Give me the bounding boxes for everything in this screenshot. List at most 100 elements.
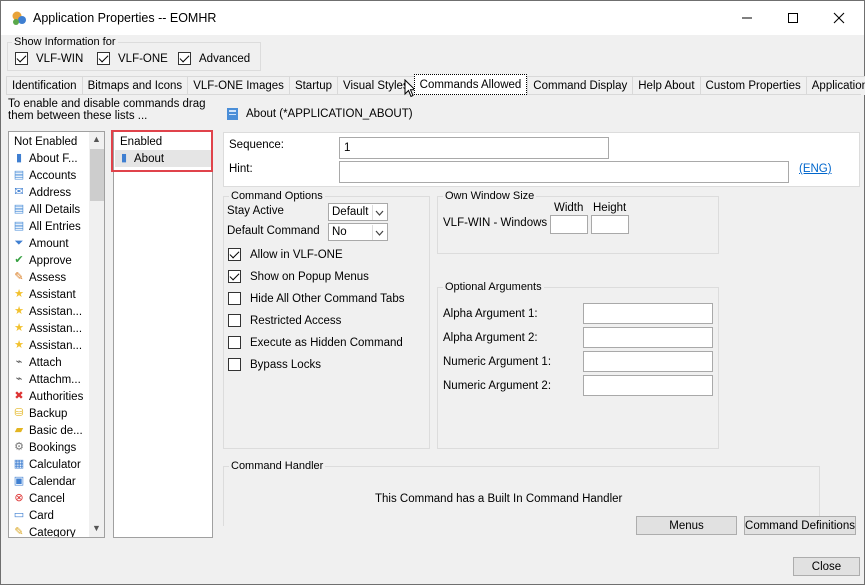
list-item[interactable]: ★ Assistan...	[10, 320, 82, 337]
list-item-label: Attach	[29, 356, 62, 369]
star-icon: ★	[14, 339, 24, 351]
list-item[interactable]: ▤ All Details	[10, 201, 80, 218]
show-vlf-win-checkbox[interactable]: VLF-WIN	[15, 52, 83, 65]
list-item[interactable]: ▤ All Entries	[10, 218, 81, 235]
list-item-label: Bookings	[29, 441, 77, 454]
paperclip-icon: ⌁	[15, 356, 23, 368]
list-item[interactable]: ▰ Basic de...	[10, 422, 83, 439]
list-item[interactable]: ⌁ Attach	[10, 354, 62, 371]
list-item[interactable]: ▭ Card	[10, 507, 54, 524]
checkbox-box[interactable]	[97, 52, 110, 65]
not-enabled-list[interactable]: Not Enabled ▮ About F... ▤ Accounts ✉ Address…	[8, 131, 105, 538]
tab-command-display[interactable]: Command Display	[527, 76, 633, 95]
tab-vlf-one-images[interactable]: VLF-ONE Images	[187, 76, 289, 95]
argument-input[interactable]	[583, 327, 713, 348]
checkbox-box[interactable]	[178, 52, 191, 65]
default-command-select[interactable]: No	[328, 223, 388, 241]
scroll-up-icon[interactable]: ▲	[92, 134, 101, 144]
instructions-line-2: them between these lists ...	[8, 110, 148, 122]
tab-commands-allowed[interactable]: Commands Allowed	[413, 74, 528, 95]
show-vlf-one-checkbox[interactable]: VLF-ONE	[97, 52, 168, 65]
list-item[interactable]: ⏷ Amount	[10, 235, 69, 252]
checkbox-box[interactable]	[228, 248, 241, 261]
sequence-input[interactable]: 1	[339, 137, 609, 159]
list-item-label: Address	[29, 186, 72, 199]
list-item-label: Basic de...	[29, 424, 83, 437]
tab-bitmaps-and-icons[interactable]: Bitmaps and Icons	[81, 76, 188, 95]
checkbox-box[interactable]	[228, 336, 241, 349]
show-advanced-checkbox[interactable]: Advanced	[178, 52, 250, 65]
list-item[interactable]: ▤ Accounts	[10, 167, 77, 184]
list-item[interactable]: ✎ Assess	[10, 269, 66, 286]
close-button[interactable]: Close	[793, 557, 860, 576]
not-enabled-scrollbar[interactable]: ▲ ▼	[89, 132, 104, 537]
tab-application-views[interactable]: Application Views	[805, 76, 865, 95]
checkbox-box[interactable]	[15, 52, 28, 65]
minimize-button[interactable]	[724, 1, 770, 35]
checkmark-icon: ✔	[14, 254, 24, 266]
title-bar[interactable]: Application Properties -- EOMHR	[1, 1, 864, 35]
checkbox-box[interactable]	[228, 292, 241, 305]
allow-in-vlf-one-checkbox[interactable]: Allow in VLF-ONE	[228, 248, 343, 261]
list-item[interactable]: ▮ About F...	[10, 150, 78, 167]
list-item-label: Assess	[29, 271, 67, 284]
list-item-label: Assistan...	[29, 339, 83, 352]
language-link[interactable]: (ENG)	[799, 163, 832, 175]
checkbox-box[interactable]	[228, 314, 241, 327]
list-item[interactable]: ★ Assistan...	[10, 303, 82, 320]
restricted-access-checkbox[interactable]: Restricted Access	[228, 314, 341, 327]
list-item[interactable]: ⛁ Backup	[10, 405, 67, 422]
scroll-thumb[interactable]	[90, 149, 104, 201]
tab-visual-styles[interactable]: Visual Styles	[337, 76, 414, 95]
calculator-icon: ▦	[13, 458, 25, 470]
close-window-button[interactable]	[816, 1, 862, 35]
list-item[interactable]: ⚙ Bookings	[10, 439, 76, 456]
list-item[interactable]: ▣ Calendar	[10, 473, 76, 490]
checkbox-label: Hide All Other Command Tabs	[250, 292, 405, 305]
window-title: Application Properties -- EOMHR	[33, 11, 217, 25]
checkbox-label: Execute as Hidden Command	[250, 336, 403, 349]
hide-all-other-command-tabs-checkbox[interactable]: Hide All Other Command Tabs	[228, 292, 404, 305]
chevron-down-icon	[372, 205, 386, 220]
checkbox-label: Bypass Locks	[250, 358, 321, 371]
show-on-popup-menus-checkbox[interactable]: Show on Popup Menus	[228, 270, 369, 283]
scroll-down-icon[interactable]: ▼	[92, 523, 101, 533]
bypass-locks-checkbox[interactable]: Bypass Locks	[228, 358, 321, 371]
tab-startup[interactable]: Startup	[288, 76, 338, 95]
stay-active-select[interactable]: Default	[328, 203, 388, 221]
list-item[interactable]: ✉ Address	[10, 184, 71, 201]
list-item[interactable]: ★ Assistan...	[10, 337, 82, 354]
list-item[interactable]: ✎ Category	[10, 524, 76, 538]
list-item-label: Category	[29, 526, 76, 538]
maximize-icon	[788, 13, 798, 23]
maximize-button[interactable]	[770, 1, 816, 35]
tab-help-about[interactable]: Help About	[632, 76, 700, 95]
checkbox-label: Restricted Access	[250, 314, 342, 327]
menus-button[interactable]: Menus	[636, 516, 737, 535]
width-input[interactable]	[550, 215, 588, 234]
tab-custom-properties[interactable]: Custom Properties	[699, 76, 806, 95]
card-icon: ▭	[13, 509, 25, 521]
execute-as-hidden-command-checkbox[interactable]: Execute as Hidden Command	[228, 336, 403, 349]
sequence-label: Sequence:	[229, 139, 284, 151]
checkbox-box[interactable]	[228, 358, 241, 371]
list-item[interactable]: ▦ Calculator	[10, 456, 81, 473]
tab-identification[interactable]: Identification	[6, 76, 82, 95]
argument-input[interactable]	[583, 351, 713, 372]
hint-input[interactable]	[339, 161, 789, 183]
enabled-list[interactable]: Enabled ▮ About	[113, 131, 213, 538]
argument-label: Numeric Argument 1:	[443, 356, 552, 368]
argument-input[interactable]	[583, 303, 713, 324]
list-item[interactable]: ✖ Authorities	[10, 388, 83, 405]
x-icon: ✖	[14, 390, 24, 402]
argument-input[interactable]	[583, 375, 713, 396]
list-item-label: Approve	[29, 254, 72, 267]
list-item[interactable]: ★ Assistant	[10, 286, 76, 303]
height-input[interactable]	[591, 215, 629, 234]
list-item[interactable]: ✔ Approve	[10, 252, 72, 269]
list-item[interactable]: ⌁ Attachm...	[10, 371, 81, 388]
list-item[interactable]: ⊗ Cancel	[10, 490, 64, 507]
checkbox-box[interactable]	[228, 270, 241, 283]
command-definitions-button[interactable]: Command Definitions	[744, 516, 856, 535]
default-command-label: Default Command	[227, 225, 320, 237]
